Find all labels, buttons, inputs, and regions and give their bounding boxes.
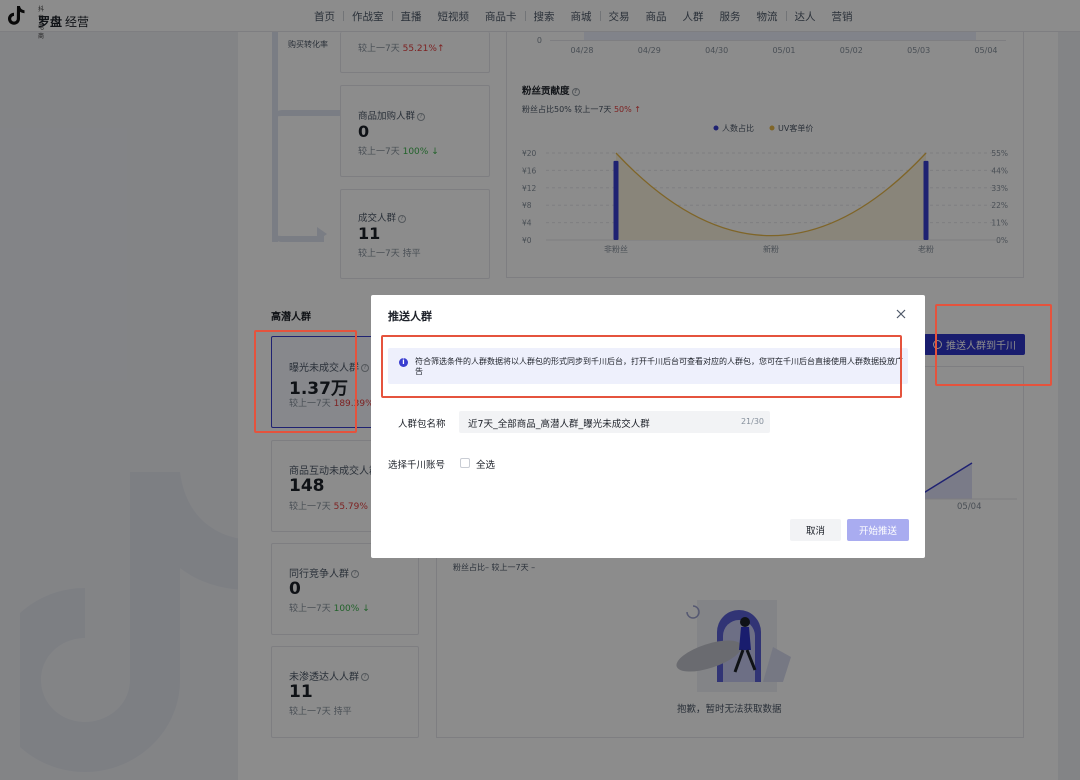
- cancel-button[interactable]: 取消: [790, 519, 841, 541]
- annotation-box-card: [254, 330, 357, 433]
- package-name-value: 近7天_全部商品_高潜人群_曝光未成交人群: [468, 419, 650, 430]
- start-push-button[interactable]: 开始推送: [847, 519, 909, 541]
- package-name-label: 人群包名称: [398, 419, 446, 430]
- modal-title: 推送人群: [388, 310, 432, 323]
- annotation-box-push-button: [935, 304, 1052, 386]
- close-icon[interactable]: [893, 306, 909, 322]
- package-name-input[interactable]: 近7天_全部商品_高潜人群_曝光未成交人群 21/30: [459, 411, 770, 433]
- account-select-label: 选择千川账号: [388, 460, 446, 471]
- package-name-count: 21/30: [740, 417, 764, 426]
- select-all-checkbox[interactable]: [460, 458, 470, 468]
- annotation-box-info: [381, 335, 902, 398]
- select-all-label[interactable]: 全选: [476, 457, 495, 471]
